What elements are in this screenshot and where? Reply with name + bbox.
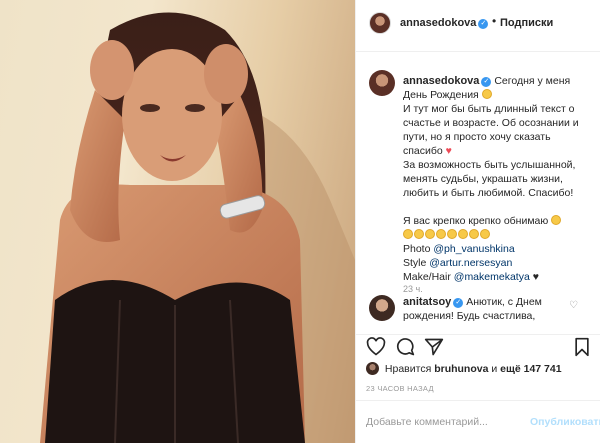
verified-icon: ✓	[481, 77, 492, 87]
author-username[interactable]: annasedokova ✓	[400, 17, 489, 29]
stylist-mention-link[interactable]: @artur.nersesyan	[429, 257, 512, 269]
commenter-avatar[interactable]	[369, 295, 395, 321]
caption-line: пути, но я просто хочу сказать	[403, 131, 551, 143]
caption-username[interactable]: annasedokova ✓	[403, 75, 492, 87]
red-heart-icon: ♥	[445, 145, 452, 157]
caption-line	[403, 200, 595, 214]
comment-input[interactable]	[366, 413, 506, 431]
caption-text: annasedokova ✓ Сегодня у меня День Рожден…	[403, 74, 595, 284]
post-timestamp[interactable]: 23 ЧАСОВ НАЗАД	[366, 384, 434, 393]
post-header: annasedokova ✓ • Подписки	[356, 0, 600, 52]
likes-prefix: Нравится	[384, 363, 432, 375]
add-comment-bar: Опубликовать	[356, 400, 600, 443]
share-plane-icon[interactable]	[424, 337, 444, 357]
credit-label: Make/Hair	[403, 271, 451, 283]
hugging-face-icon	[469, 229, 479, 239]
publish-button[interactable]: Опубликовать	[530, 416, 600, 428]
caption-line: менять судьбы, украшать жизни,	[403, 173, 563, 185]
caption-avatar[interactable]	[369, 70, 395, 96]
post-photo[interactable]	[0, 0, 355, 443]
like-heart-icon[interactable]	[366, 337, 386, 357]
hugging-face-icon	[480, 229, 490, 239]
author-avatar[interactable]	[369, 12, 391, 34]
likes-conjunction: и	[491, 363, 498, 375]
caption-timestamp[interactable]: 23 ч.	[403, 284, 423, 294]
liker-avatar	[366, 362, 379, 375]
caption-line: Сегодня у меня	[494, 75, 571, 87]
likes-count[interactable]: ещё 147 741	[500, 363, 561, 375]
comment-like-heart-icon[interactable]: ♡	[569, 300, 578, 311]
caption-line: любить и быть любимой. Спасибо!	[403, 187, 574, 199]
photographer-mention-link[interactable]: @ph_vanushkina	[433, 243, 514, 255]
comment-text: anitatsoy ✓ Анютик, с Днем рождения! Будь…	[403, 295, 573, 323]
comment-line: Анютик, с Днем	[466, 296, 542, 308]
credit-label: Photo	[403, 243, 431, 255]
hugging-face-icon	[551, 215, 562, 225]
caption-line: Я вас крепко крепко обнимаю	[403, 215, 549, 227]
smiling-face-icon	[481, 89, 492, 99]
post-side-panel: annasedokova ✓ • Подписки annasedokova ✓ С…	[355, 0, 600, 443]
credit-label: Style	[403, 257, 427, 269]
hugging-face-icon	[447, 229, 457, 239]
caption-line: счастье и возрасте. Об осознании и	[403, 117, 579, 129]
caption-line: За возможность быть услышанной,	[403, 159, 576, 171]
verified-icon: ✓	[478, 19, 489, 29]
hugging-face-icon	[436, 229, 446, 239]
makeup-mention-link[interactable]: @makemekatya	[454, 271, 530, 283]
black-heart-icon: ♥	[532, 271, 539, 283]
hugging-face-icon	[458, 229, 468, 239]
comment-bubble-icon[interactable]	[395, 337, 415, 357]
caption-line: спасибо	[403, 145, 443, 157]
liker-username[interactable]: bruhunova	[434, 363, 488, 375]
portrait-image	[40, 12, 355, 443]
verified-icon: ✓	[453, 298, 464, 308]
following-button[interactable]: Подписки	[500, 17, 553, 29]
hugging-face-icon	[414, 229, 424, 239]
action-bar	[356, 334, 600, 360]
caption-line: И тут мог бы быть длинный текст о	[403, 103, 575, 115]
comment-line: рождения! Будь счастлива,	[403, 310, 536, 322]
likes-summary[interactable]: Нравится bruhunova и ещё 147 741	[366, 362, 562, 375]
separator-dot: •	[492, 14, 497, 28]
caption-line: День Рождения	[403, 89, 479, 101]
commenter-username[interactable]: anitatsoy ✓	[403, 296, 464, 308]
hugging-face-icon	[403, 229, 413, 239]
comments-list[interactable]: annasedokova ✓ Сегодня у меня День Рожден…	[356, 52, 600, 337]
emoji-row	[403, 228, 595, 242]
save-bookmark-icon[interactable]	[572, 337, 592, 357]
hugging-face-icon	[425, 229, 435, 239]
